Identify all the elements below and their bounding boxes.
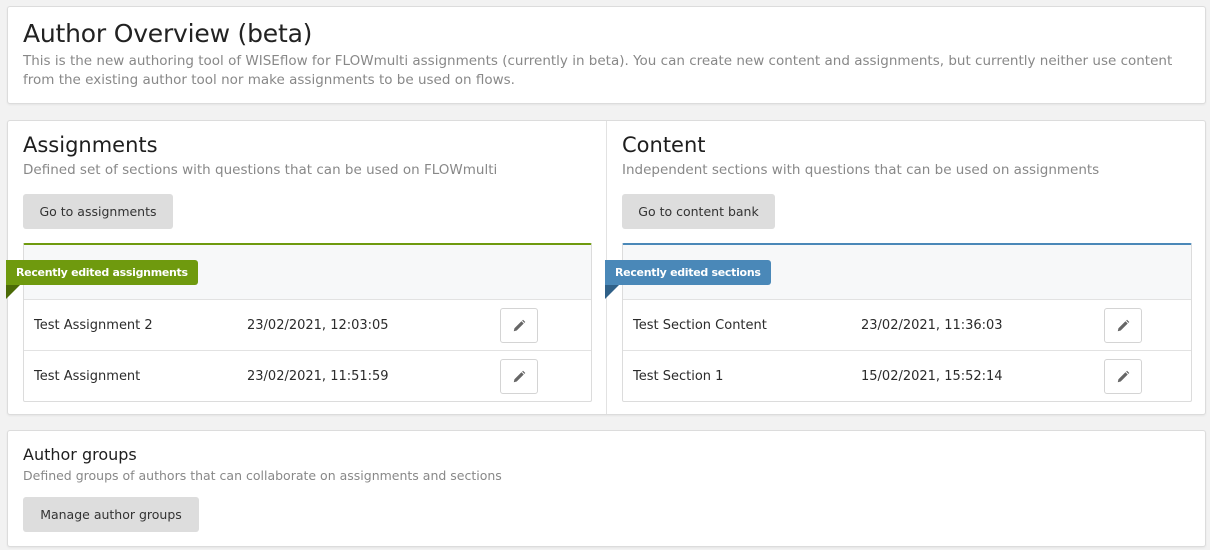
assignment-date: 23/02/2021, 11:51:59 bbox=[247, 369, 389, 384]
content-section: Content Independent sections with questi… bbox=[605, 121, 1207, 414]
assignments-description: Defined set of sections with questions t… bbox=[23, 162, 498, 178]
section-name[interactable]: Test Section 1 bbox=[633, 351, 723, 402]
assignment-date: 23/02/2021, 12:03:05 bbox=[247, 318, 389, 333]
section-date: 23/02/2021, 11:36:03 bbox=[861, 318, 1003, 333]
recent-sections-label: Recently edited sections bbox=[615, 266, 761, 279]
recent-assignments-header: Recently edited assignments bbox=[6, 245, 591, 300]
assignments-section: Assignments Defined set of sections with… bbox=[6, 121, 606, 414]
recent-assignments-ribbon: Recently edited assignments bbox=[6, 260, 198, 299]
pencil-icon bbox=[1117, 370, 1130, 382]
go-to-content-bank-button[interactable]: Go to content bank bbox=[622, 194, 775, 229]
overview-card: Assignments Defined set of sections with… bbox=[6, 120, 1207, 415]
edit-assignment-button[interactable] bbox=[500, 359, 538, 394]
manage-author-groups-button[interactable]: Manage author groups bbox=[23, 497, 199, 532]
author-groups-title: Author groups bbox=[23, 445, 137, 464]
go-to-assignments-button[interactable]: Go to assignments bbox=[23, 194, 173, 229]
ribbon-fold bbox=[605, 285, 619, 299]
table-row: Test Section 1 15/02/2021, 15:52:14 bbox=[623, 351, 1191, 402]
intro-card: Author Overview (beta) This is the new a… bbox=[7, 6, 1206, 104]
section-name[interactable]: Test Section Content bbox=[633, 300, 767, 351]
table-row: Test Section Content 23/02/2021, 11:36:0… bbox=[623, 300, 1191, 351]
recent-assignments-panel: Recently edited assignments Test Assignm… bbox=[6, 243, 592, 402]
page-title: Author Overview (beta) bbox=[23, 19, 313, 48]
assignment-name[interactable]: Test Assignment 2 bbox=[34, 300, 153, 351]
content-description: Independent sections with questions that… bbox=[622, 162, 1100, 178]
recent-sections-panel: Recently edited sections Test Section Co… bbox=[605, 243, 1192, 402]
table-row: Test Assignment 23/02/2021, 11:51:59 bbox=[24, 351, 591, 402]
edit-section-button[interactable] bbox=[1104, 308, 1142, 343]
edit-section-button[interactable] bbox=[1104, 359, 1142, 394]
assignment-name[interactable]: Test Assignment bbox=[34, 351, 140, 402]
author-groups-description: Defined groups of authors that can colla… bbox=[23, 468, 502, 483]
section-date: 15/02/2021, 15:52:14 bbox=[861, 369, 1003, 384]
page-description: This is the new authoring tool of WISEfl… bbox=[23, 53, 1173, 88]
pencil-icon bbox=[513, 319, 526, 331]
recent-sections-header: Recently edited sections bbox=[605, 245, 1191, 300]
ribbon-fold bbox=[6, 285, 20, 299]
edit-assignment-button[interactable] bbox=[500, 308, 538, 343]
assignments-title: Assignments bbox=[23, 133, 158, 157]
recent-assignments-label: Recently edited assignments bbox=[16, 266, 188, 279]
author-groups-card: Author groups Defined groups of authors … bbox=[7, 430, 1206, 547]
pencil-icon bbox=[513, 370, 526, 382]
pencil-icon bbox=[1117, 319, 1130, 331]
table-row: Test Assignment 2 23/02/2021, 12:03:05 bbox=[24, 300, 591, 351]
recent-sections-ribbon: Recently edited sections bbox=[605, 260, 771, 299]
content-title: Content bbox=[622, 133, 706, 157]
